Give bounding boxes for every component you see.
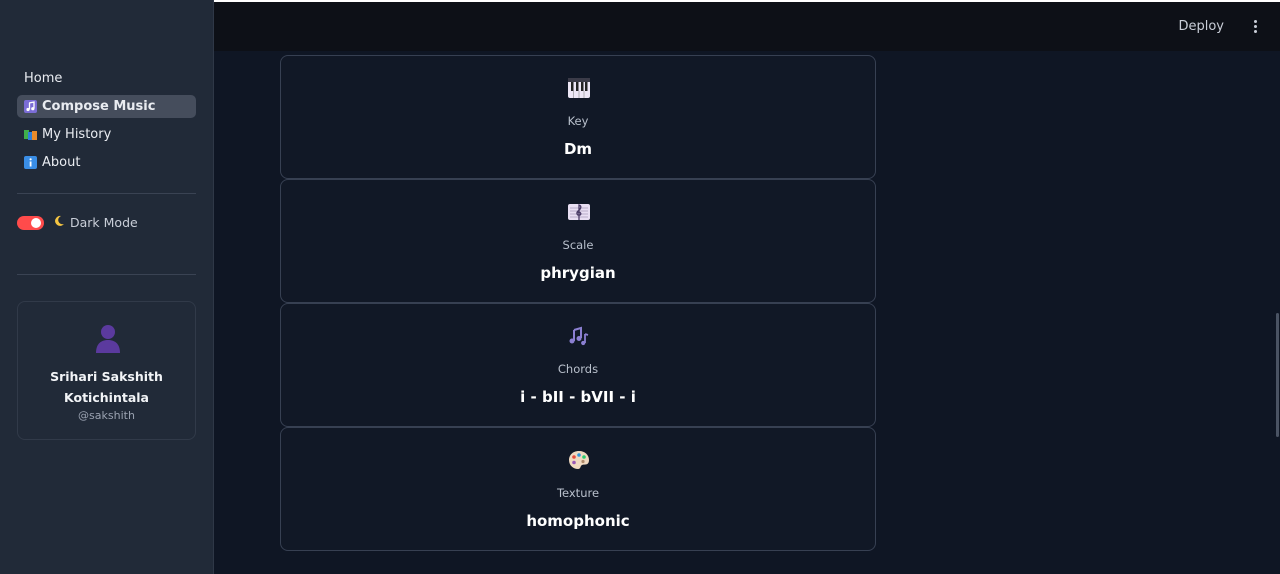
- sidebar: Home Compose Music My History About Dark…: [0, 0, 214, 574]
- sidebar-nav: Home Compose Music My History About: [17, 67, 196, 179]
- sidebar-item-my-history[interactable]: My History: [17, 123, 196, 146]
- texture-card: Texture homophonic: [280, 427, 876, 551]
- key-card: Key Dm: [280, 55, 876, 179]
- bust-silhouette-icon: [94, 323, 122, 353]
- sidebar-item-label: Home: [24, 71, 63, 86]
- card-label: Key: [567, 114, 589, 128]
- profile-name-line2: Kotichintala: [64, 390, 149, 405]
- sidebar-item-about[interactable]: About: [17, 151, 196, 174]
- toggle-knob: [31, 217, 41, 228]
- profile-card: Srihari Sakshith Kotichintala @sakshith: [17, 301, 196, 440]
- card-value: homophonic: [526, 512, 630, 530]
- books-icon: [24, 128, 37, 141]
- sidebar-item-label: My History: [42, 127, 112, 142]
- card-label: Chords: [557, 362, 599, 376]
- card-label: Texture: [556, 486, 600, 500]
- card-value: i - bII - bVII - i: [520, 388, 636, 406]
- card-value: Dm: [563, 140, 593, 158]
- card-label: Scale: [562, 238, 594, 252]
- profile-name: Srihari Sakshith Kotichintala: [18, 366, 195, 408]
- sidebar-divider: [17, 274, 196, 275]
- dark-mode-label: Dark Mode: [70, 215, 138, 230]
- treble-clef-icon: [568, 202, 590, 222]
- sidebar-item-home[interactable]: Home: [17, 67, 196, 90]
- music-note-icon: [24, 100, 37, 113]
- dark-mode-label-group: Dark Mode: [53, 215, 138, 230]
- dark-mode-row: Dark Mode: [17, 215, 138, 230]
- moon-icon: [53, 215, 65, 230]
- card-value: phrygian: [540, 264, 616, 282]
- sidebar-item-compose-music[interactable]: Compose Music: [17, 95, 196, 118]
- sidebar-item-label: Compose Music: [42, 99, 156, 114]
- sidebar-divider: [17, 193, 196, 194]
- music-notes-icon: [568, 326, 590, 346]
- sidebar-item-label: About: [42, 155, 81, 170]
- top-bar: Deploy: [214, 0, 1280, 51]
- dark-mode-toggle[interactable]: [17, 215, 44, 230]
- info-icon: [24, 156, 37, 169]
- piano-keyboard-icon: [568, 78, 590, 98]
- chords-card: Chords i - bII - bVII - i: [280, 303, 876, 427]
- scale-card: Scale phrygian: [280, 179, 876, 303]
- artist-palette-icon: [568, 450, 590, 470]
- profile-handle: @sakshith: [78, 409, 135, 422]
- deploy-button[interactable]: Deploy: [1178, 19, 1224, 34]
- main-scrollbar[interactable]: [1276, 313, 1279, 437]
- more-menu-icon[interactable]: [1254, 20, 1258, 34]
- profile-name-line1: Srihari Sakshith: [50, 369, 163, 384]
